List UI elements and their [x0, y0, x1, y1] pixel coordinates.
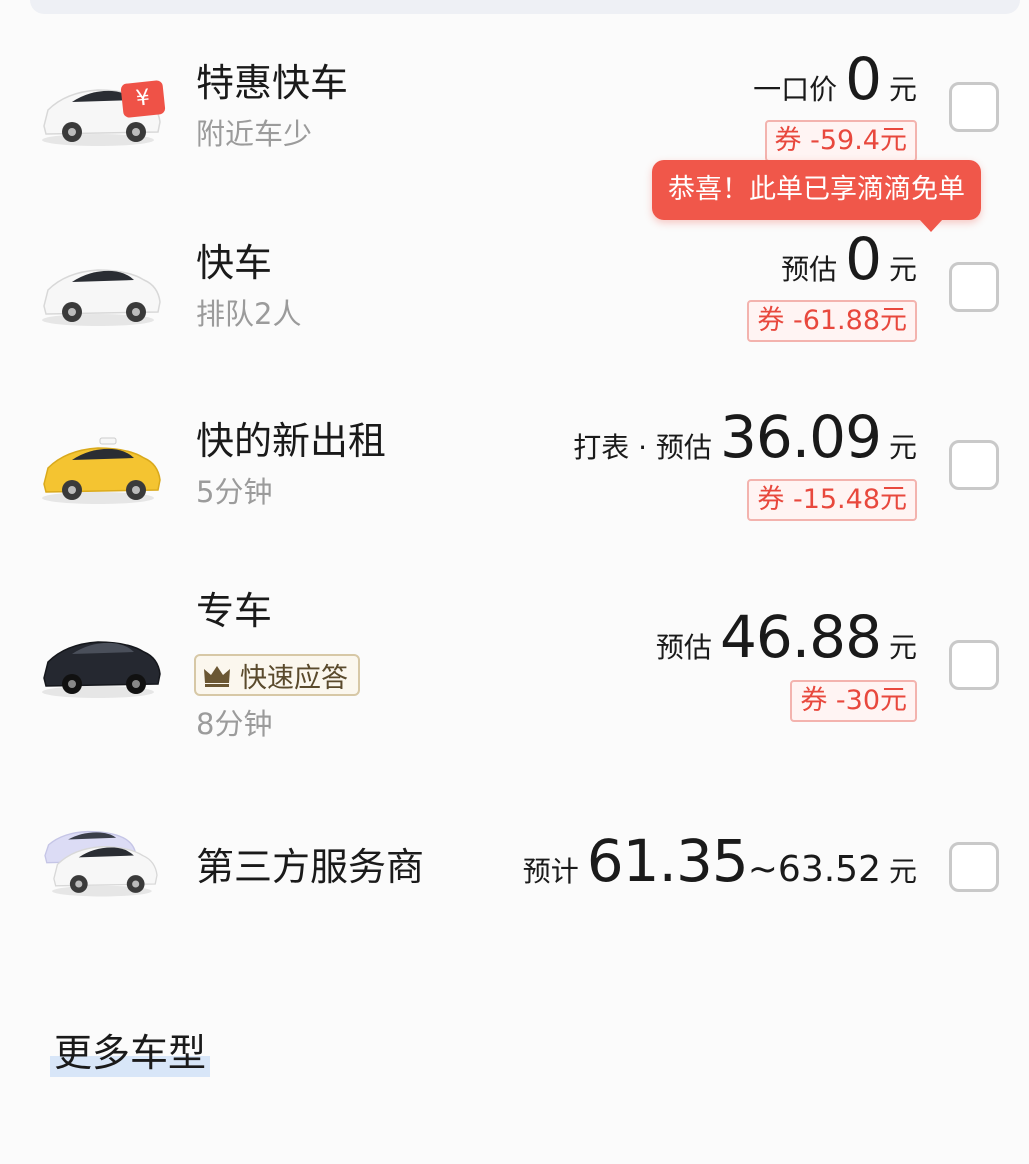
price-line: 打表 · 预估 36.09 元 [573, 408, 917, 466]
price-label: 一口价 [753, 73, 838, 106]
coupon-badge: 券 -30元 [790, 680, 917, 722]
car-name: 第三方服务商 [196, 845, 425, 889]
car-sub: 8分钟 [196, 707, 273, 741]
price-unit: 元 [888, 855, 917, 888]
coupon-badge: 券 -61.88元 [747, 300, 917, 342]
yen-tag-icon: ¥ [120, 79, 166, 119]
price-unit: 元 [888, 431, 917, 464]
car-name: 特惠快车 [196, 61, 349, 105]
price-line: 一口价 0 元 [753, 50, 917, 108]
price-label: 预估 [781, 253, 838, 286]
car-name: 快的新出租 [196, 419, 387, 463]
crown-icon [204, 666, 230, 687]
select-checkbox[interactable] [949, 82, 999, 132]
black-car-icon [42, 641, 161, 698]
price-label: 打表 · 预估 [573, 431, 712, 464]
yellow-taxi-icon [42, 437, 161, 504]
price-line: 预估 46.88 元 [656, 608, 917, 666]
coupon-badge: 券 -59.4元 [764, 120, 917, 162]
price-unit: 元 [888, 73, 917, 106]
white-car-icon [42, 269, 161, 326]
price-label: 预计 [522, 855, 579, 888]
price-line: 预估 0 元 [781, 230, 917, 288]
coupon-badge: 券 -15.48元 [747, 479, 917, 521]
select-checkbox[interactable] [949, 440, 999, 490]
multi-car-icon [44, 830, 158, 897]
fast-response-badge: 快速应答 [194, 654, 360, 696]
price-value: 0 [845, 225, 882, 293]
badge-text: 快速应答 [240, 662, 348, 694]
price-value: 0 [845, 45, 882, 113]
car-sub: 5分钟 [196, 475, 273, 509]
car-name: 专车 [196, 589, 273, 633]
select-checkbox[interactable] [949, 842, 999, 892]
free-ride-tooltip: 恭喜！此单已享滴滴免单 [652, 160, 981, 232]
price-range: ~63.52 [747, 849, 881, 890]
price-line: 预计 61.35 ~63.52 元 [523, 832, 917, 890]
car-name: 快车 [196, 241, 273, 285]
more-car-types-link[interactable]: 更多车型 [50, 1022, 211, 1077]
tooltip-text: 恭喜！此单已享滴滴免单 [668, 174, 965, 205]
select-checkbox[interactable] [949, 640, 999, 690]
tooltip-arrow [919, 219, 943, 232]
price-value: 46.88 [719, 603, 882, 671]
price-value: 36.09 [719, 403, 882, 471]
price-label: 预估 [655, 631, 712, 664]
car-sub: 附近车少 [196, 117, 313, 151]
price-unit: 元 [888, 253, 917, 286]
price-value: 61.35 [586, 827, 749, 895]
select-checkbox[interactable] [949, 262, 999, 312]
top-panel-edge [30, 0, 1020, 14]
car-sub: 排队2人 [196, 297, 302, 331]
price-unit: 元 [888, 631, 917, 664]
